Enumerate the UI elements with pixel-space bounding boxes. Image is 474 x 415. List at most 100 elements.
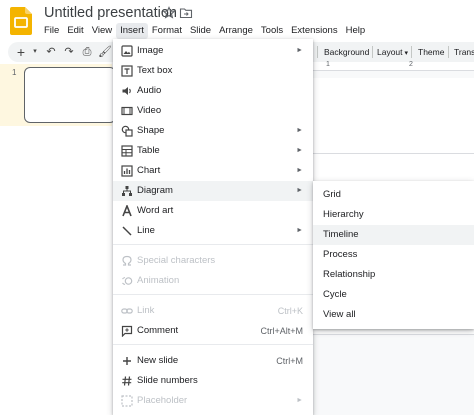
menu-edit[interactable]: Edit [63, 23, 87, 39]
submenu-item-relationship[interactable]: Relationship [313, 265, 474, 285]
print-icon[interactable]: ⎙ [80, 45, 94, 59]
submenu-item-view-all[interactable]: View all [313, 305, 474, 325]
submenu-item-timeline[interactable]: Timeline [313, 225, 474, 245]
menu-item-video[interactable]: Video [113, 101, 313, 121]
toolbar-divider [411, 46, 412, 58]
menu-item-label: Line [137, 225, 155, 236]
submenu-item-process[interactable]: Process [313, 245, 474, 265]
word-art-icon [122, 205, 132, 217]
menu-item-label: Image [137, 45, 164, 56]
toolbar-divider [317, 46, 318, 58]
menu-item-text-box[interactable]: Text box [113, 61, 313, 81]
audio-icon [122, 87, 131, 95]
submenu-item-label: Relationship [323, 269, 376, 280]
theme-button[interactable]: Theme [418, 45, 444, 59]
menu-item-placeholder[interactable]: Placeholder ► [113, 391, 313, 411]
menu-tools[interactable]: Tools [257, 23, 287, 39]
menu-item-label: Special characters [137, 255, 216, 266]
menu-item-label: Shape [137, 125, 165, 136]
menu-item-word-art[interactable]: Word art [113, 201, 313, 221]
slide-number: 1 [12, 68, 17, 77]
menu-insert[interactable]: Insert [116, 23, 148, 39]
menu-item-label: Table [137, 145, 160, 156]
transition-button[interactable]: Transi [454, 45, 474, 59]
menu-item-image[interactable]: Image ► [113, 41, 313, 61]
menu-divider [113, 344, 313, 345]
layout-button[interactable]: Layout ▾ [377, 45, 408, 61]
ruler-mark: 2 [409, 61, 413, 68]
submenu-arrow-icon: ► [296, 187, 303, 194]
menu-item-label: Slide numbers [137, 375, 198, 386]
new-slide-plus-icon[interactable]: + [14, 45, 28, 59]
menu-item-label: Audio [137, 85, 162, 96]
submenu-item-label: Cycle [323, 289, 347, 300]
menu-item-label: Animation [137, 275, 180, 286]
menu-item-label: Text box [137, 65, 173, 76]
line-icon [122, 226, 132, 236]
star-icon[interactable] [162, 6, 176, 20]
menu-item-slide-numbers[interactable]: Slide numbers [113, 371, 313, 391]
shortcut-label: Ctrl+K [277, 306, 303, 316]
hash-icon [122, 376, 132, 386]
menu-item-shape[interactable]: Shape ► [113, 121, 313, 141]
toolbar-divider [448, 46, 449, 58]
menu-item-special-characters[interactable]: Special characters [113, 251, 313, 271]
submenu-item-cycle[interactable]: Cycle [313, 285, 474, 305]
menu-slide[interactable]: Slide [186, 23, 215, 39]
submenu-item-label: Process [323, 249, 358, 260]
document-title[interactable]: Untitled presentation [44, 5, 177, 21]
submenu-arrow-icon: ► [296, 397, 303, 404]
menu-view[interactable]: View [88, 23, 116, 39]
submenu-item-label: Grid [323, 189, 341, 200]
menu-item-audio[interactable]: Audio [113, 81, 313, 101]
slides-logo-icon[interactable] [10, 7, 32, 35]
chart-icon [121, 165, 133, 177]
menu-item-line[interactable]: Line ► [113, 221, 313, 241]
menu-arrange[interactable]: Arrange [215, 23, 257, 39]
diagram-icon [122, 186, 132, 196]
menu-divider [113, 294, 313, 295]
submenu-arrow-icon: ► [296, 47, 303, 54]
menu-extensions[interactable]: Extensions [287, 23, 341, 39]
menu-item-diagram[interactable]: Diagram ► [113, 181, 313, 201]
plus-icon [123, 357, 131, 365]
layout-label: Layout [377, 47, 403, 57]
menu-file[interactable]: File [40, 23, 63, 39]
menu-item-label: Video [137, 105, 162, 116]
submenu-arrow-icon: ► [296, 147, 303, 154]
link-icon [121, 308, 133, 314]
video-icon [121, 106, 133, 116]
image-icon [121, 45, 133, 57]
special-characters-icon [122, 255, 132, 266]
paint-format-icon[interactable]: 🖌 [98, 45, 112, 59]
menu-format[interactable]: Format [148, 23, 186, 39]
toolbar-divider [372, 46, 373, 58]
new-slide-dropdown-icon[interactable]: ▾ [28, 45, 42, 59]
shortcut-label: Ctrl+M [276, 356, 303, 366]
animation-icon [122, 276, 133, 286]
menu-item-comment[interactable]: Comment Ctrl+Alt+M [113, 321, 313, 341]
menu-item-new-slide[interactable]: New slide Ctrl+M [113, 351, 313, 371]
menu-item-label: Link [137, 305, 155, 316]
table-icon [121, 145, 133, 157]
undo-icon[interactable]: ↶ [44, 45, 58, 59]
diagram-submenu: Grid Hierarchy Timeline Process Relation… [313, 181, 474, 329]
submenu-item-label: Hierarchy [323, 209, 364, 220]
menu-item-table[interactable]: Table ► [113, 141, 313, 161]
comment-icon [121, 325, 133, 337]
menu-help[interactable]: Help [342, 23, 370, 39]
menu-item-link[interactable]: Link Ctrl+K [113, 301, 313, 321]
submenu-item-hierarchy[interactable]: Hierarchy [313, 205, 474, 225]
background-button[interactable]: Background [324, 45, 369, 59]
menu-item-animation[interactable]: Animation [113, 271, 313, 291]
canvas-guide-line [313, 153, 474, 154]
menu-item-label: Word art [137, 205, 174, 216]
menu-item-label: Diagram [137, 185, 173, 196]
menu-item-chart[interactable]: Chart ► [113, 161, 313, 181]
submenu-item-grid[interactable]: Grid [313, 185, 474, 205]
move-folder-icon[interactable] [179, 6, 193, 20]
menu-item-label: New slide [137, 355, 179, 366]
redo-icon[interactable]: ↷ [62, 45, 76, 59]
slide-thumbnail[interactable] [24, 67, 116, 123]
menu-bar: File Edit View Insert Format Slide Arran… [40, 23, 369, 39]
